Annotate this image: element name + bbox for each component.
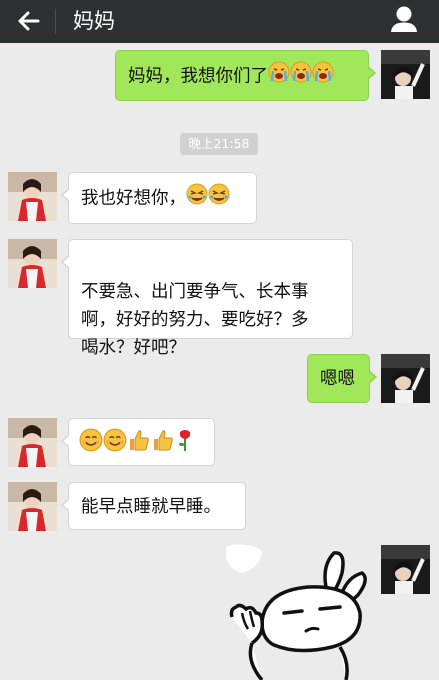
avatar-me[interactable] <box>381 545 430 594</box>
crying-face-icon <box>290 61 312 92</box>
sobbing-face-icon <box>186 183 208 214</box>
avatar-mom[interactable] <box>8 239 57 288</box>
avatar-mom[interactable] <box>8 418 57 467</box>
avatar-mom[interactable] <box>8 172 57 221</box>
rose-icon <box>175 428 195 461</box>
message-text: 能早点睡就早睡。 <box>81 497 221 517</box>
message-bubble-outgoing[interactable]: 妈妈，我想你们了 <box>115 50 376 101</box>
header-divider <box>55 9 56 34</box>
back-arrow-icon[interactable] <box>14 6 44 36</box>
avatar-me[interactable] <box>381 354 430 403</box>
message-text: 妈妈，我想你们了 <box>128 66 268 87</box>
message-text: 不要急、出门要争气、长本事 啊，好好的努力、要吃好？多 喝水？好吧？ <box>81 282 309 358</box>
chat-title: 妈妈 <box>73 9 115 33</box>
message-bubble-outgoing[interactable]: 嗯嗯 <box>307 354 377 403</box>
message-text: 嗯嗯 <box>320 369 355 389</box>
avatar-me[interactable] <box>381 50 430 99</box>
rabbit-sticker[interactable] <box>222 543 372 680</box>
avatar-mom[interactable] <box>8 482 57 531</box>
message-text: 我也好想你， <box>81 188 186 209</box>
message-bubble-incoming[interactable] <box>61 418 215 466</box>
smiling-face-icon <box>103 428 127 461</box>
person-icon[interactable] <box>389 4 419 34</box>
crying-face-icon <box>268 61 290 92</box>
message-bubble-incoming[interactable]: 我也好想你， <box>61 172 257 224</box>
message-bubble-incoming[interactable]: 不要急、出门要争气、长本事 啊，好好的努力、要吃好？多 喝水？好吧？ <box>61 239 353 358</box>
chat-header: 妈妈 <box>0 0 439 43</box>
thumbs-up-icon <box>151 428 175 461</box>
sobbing-face-icon <box>208 183 230 214</box>
thumbs-up-icon <box>127 428 151 461</box>
message-bubble-incoming[interactable]: 能早点睡就早睡。 <box>61 482 246 530</box>
smiling-face-icon <box>79 428 103 461</box>
crying-face-icon <box>312 61 334 92</box>
timestamp: 晚上21:58 <box>180 133 258 155</box>
